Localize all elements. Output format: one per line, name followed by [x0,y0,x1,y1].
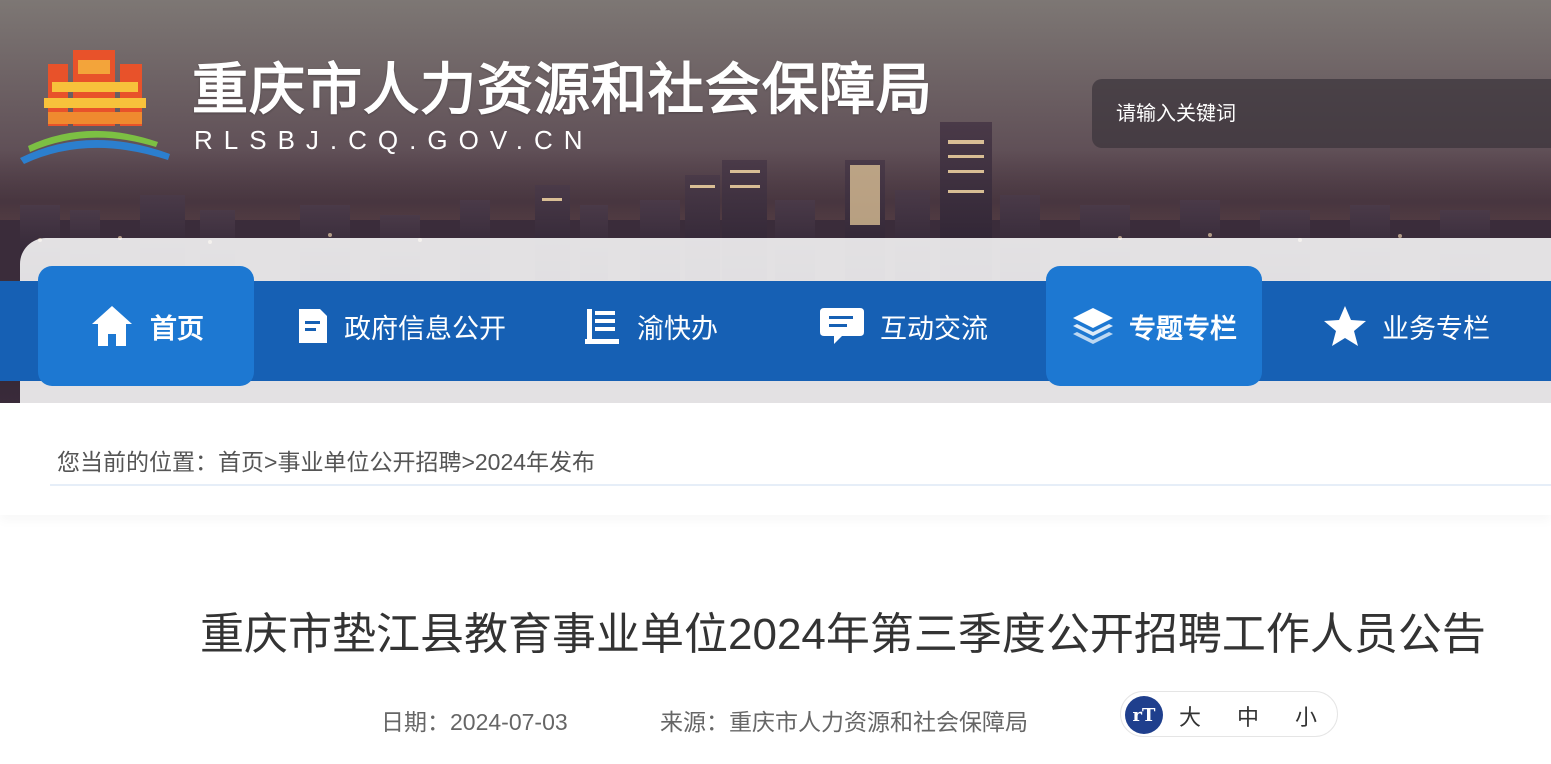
nav-item-home[interactable]: 首页 [38,266,254,386]
nav-item-label: 政府信息公开 [344,313,506,344]
nav-item-gov-info[interactable]: 政府信息公开 [296,266,506,386]
bureau-logo-icon [20,50,170,164]
breadcrumb-link-home[interactable]: 首页 [218,449,264,475]
font-size-icon: rT [1125,696,1163,734]
font-size-small-button[interactable]: 小 [1295,700,1317,732]
article-source: 来源：重庆市人力资源和社会保障局 [660,709,1028,735]
breadcrumb-prefix: 您当前的位置： [57,449,218,475]
chat-bubble-icon [820,308,864,344]
nav-item-yukuaiban[interactable]: 渝快办 [583,266,718,386]
font-size-medium-button[interactable]: 中 [1237,700,1259,732]
breadcrumb-link-2024[interactable]: 2024年发布 [475,449,595,475]
home-icon [92,306,132,346]
nav-item-label: 专题专栏 [1129,313,1237,344]
nav-item-special-topics[interactable]: 专题专栏 [1046,266,1262,386]
font-size-large-button[interactable]: 大 [1179,700,1201,732]
list-book-icon [585,309,619,344]
nav-item-business[interactable]: 业务专栏 [1322,266,1490,386]
search-input[interactable] [1114,79,1538,150]
breadcrumb-link-recruitment[interactable]: 事业单位公开招聘 [277,449,461,475]
nav-item-label: 业务专栏 [1382,313,1490,344]
breadcrumb-separator: > [264,449,278,475]
site-domain: RLSBJ.CQ.GOV.CN [194,125,594,155]
breadcrumb-divider [50,484,1551,486]
search-box [1092,79,1551,150]
layers-icon [1073,308,1113,344]
nav-item-interaction[interactable]: 互动交流 [820,266,988,386]
site-title: 重庆市人力资源和社会保障局 [192,58,933,121]
document-icon [299,309,327,343]
star-icon [1324,306,1366,346]
nav-item-label: 互动交流 [880,313,988,344]
breadcrumb: 您当前的位置：首页>事业单位公开招聘>2024年发布 [57,443,595,477]
font-size-switcher: rT 大 中 小 [1120,691,1338,737]
nav-item-label: 渝快办 [637,313,718,344]
article-date: 日期：2024-07-03 [381,709,568,735]
nav-item-label: 首页 [150,313,204,344]
breadcrumb-separator: > [461,449,475,475]
article-title: 重庆市垫江县教育事业单位2024年第三季度公开招聘工作人员公告 [200,610,1486,659]
